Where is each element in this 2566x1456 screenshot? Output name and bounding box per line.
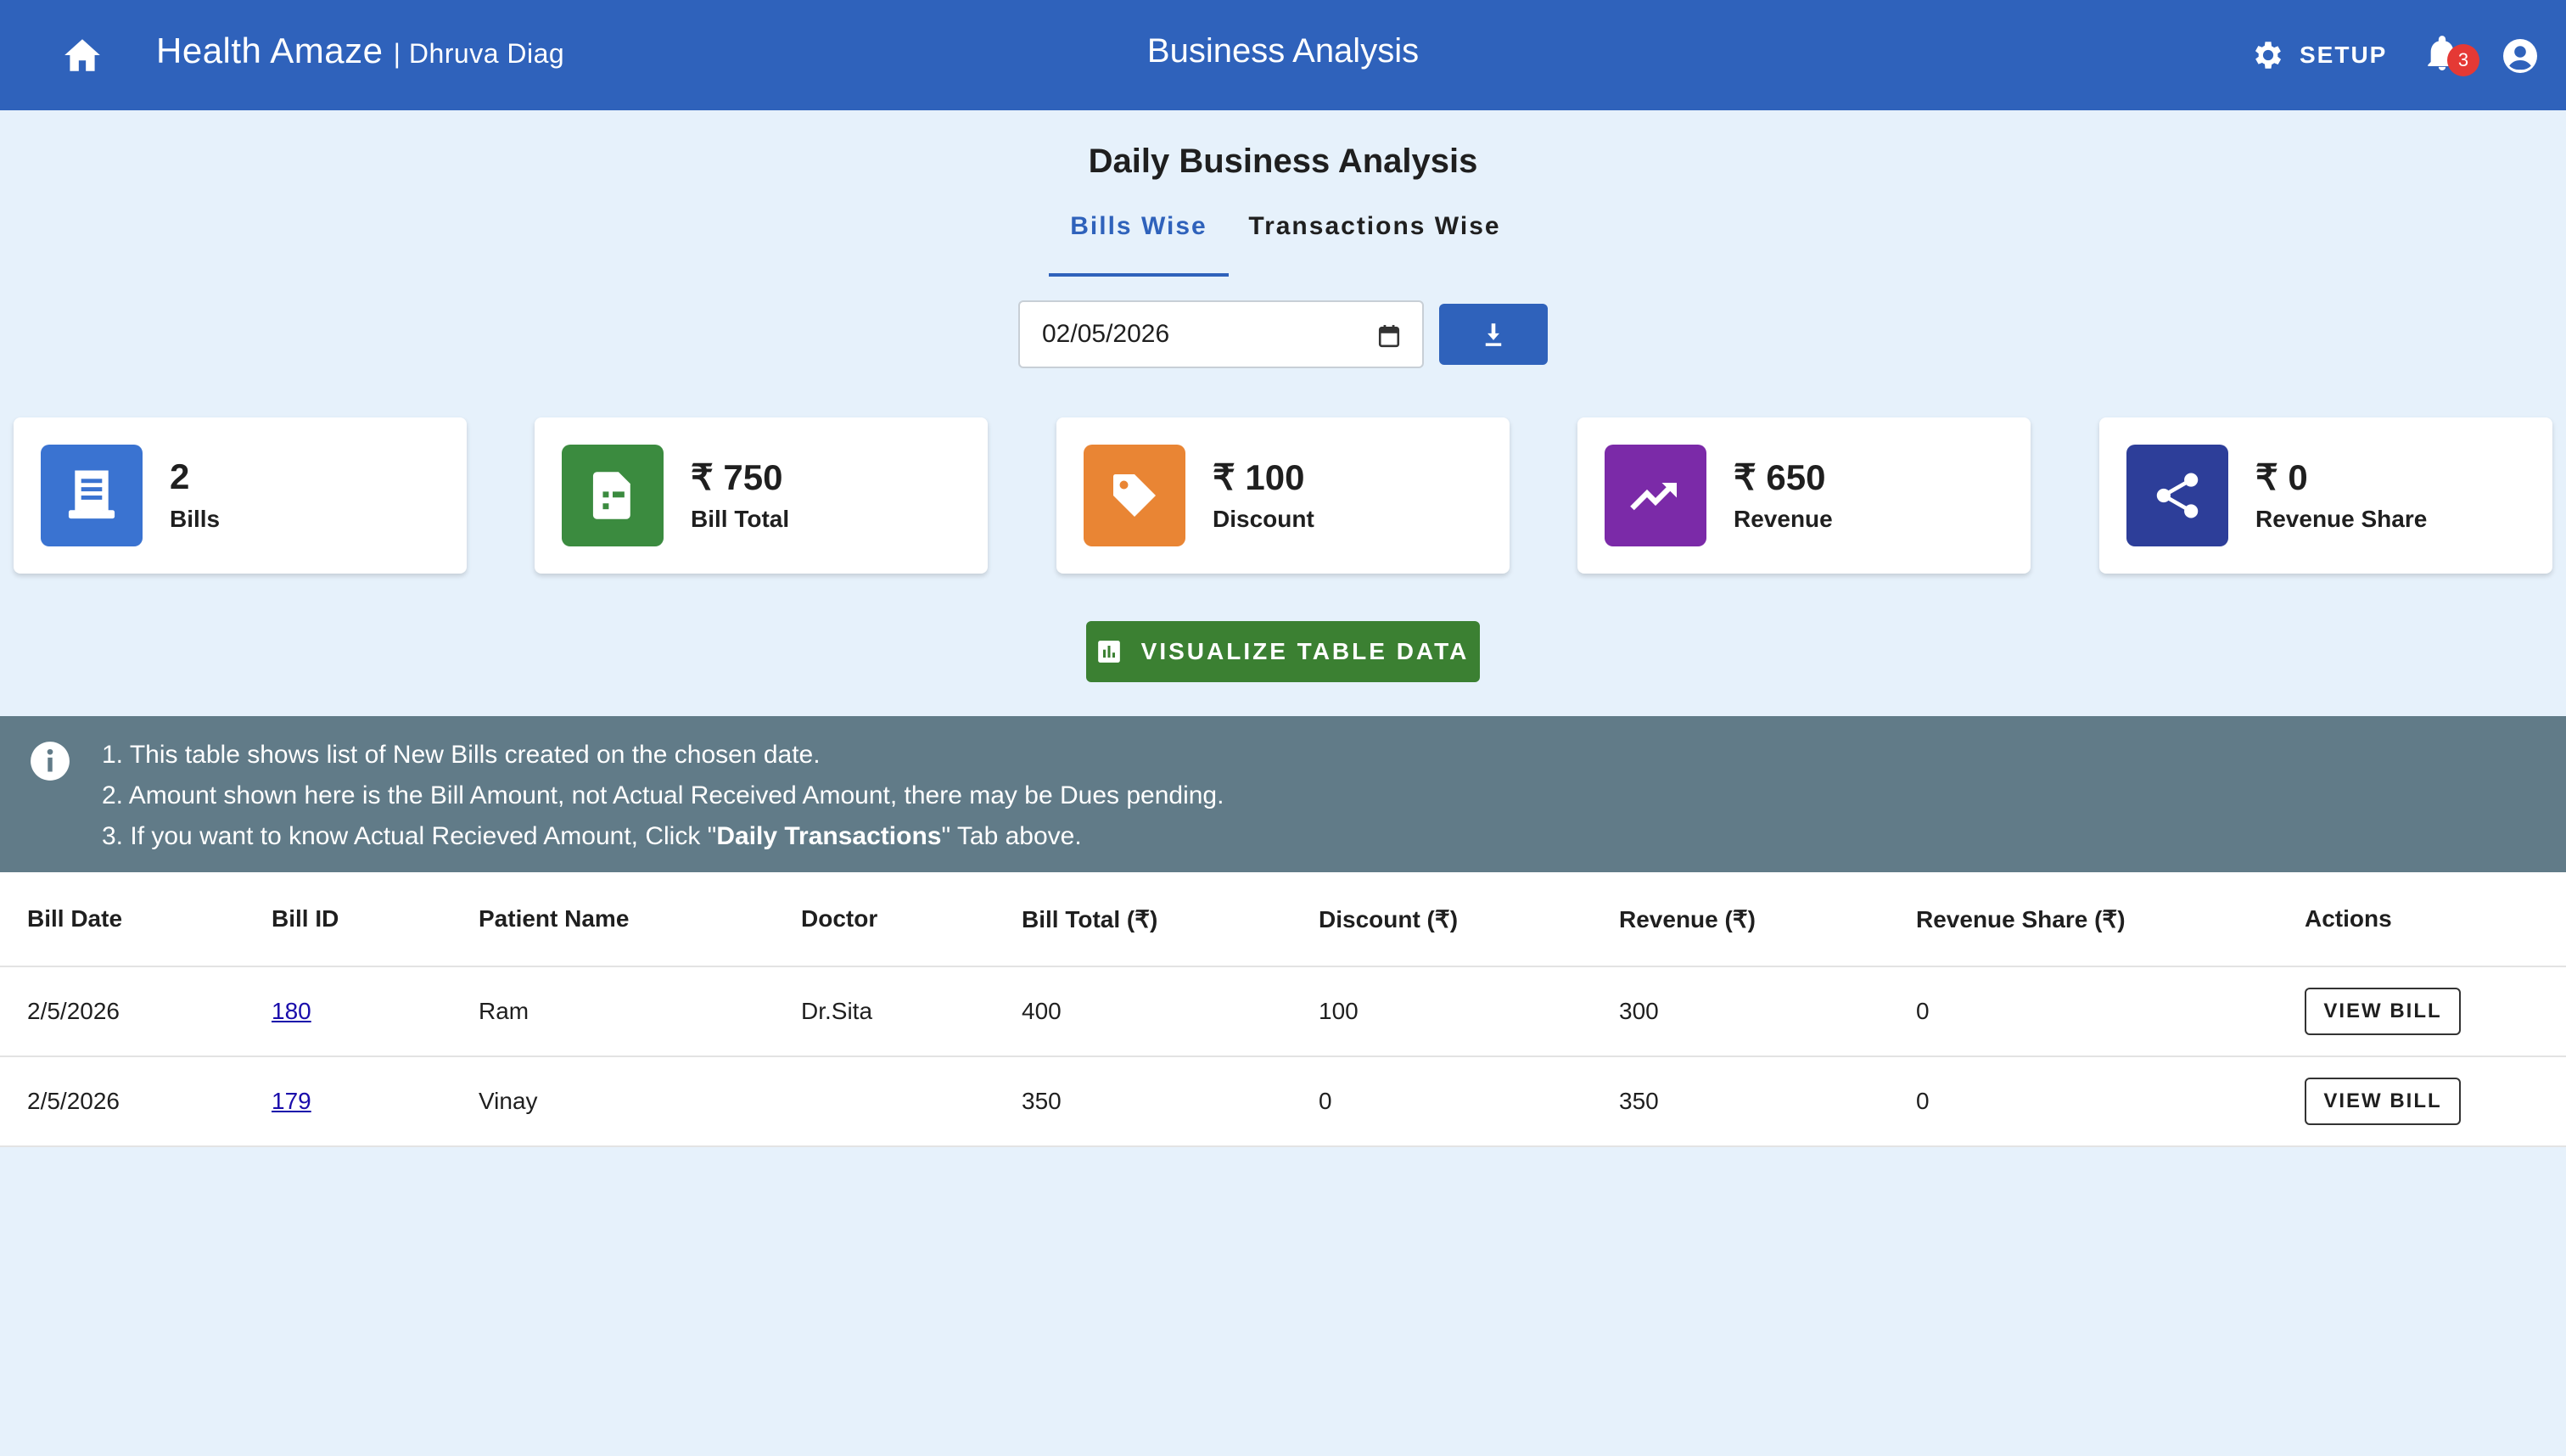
table-header-row: Bill Date Bill ID Patient Name Doctor Bi… [0,872,2566,967]
revenue-label: Revenue [1734,506,1833,532]
cell-bill-total: 400 [1022,998,1062,1024]
bills-table: Bill Date Bill ID Patient Name Doctor Bi… [0,872,2566,1147]
tab-bills-wise[interactable]: Bills Wise [1049,212,1229,277]
column-header-bill-id[interactable]: Bill ID [272,872,339,966]
calendar-icon[interactable] [1378,324,1400,348]
column-header-actions: Actions [2305,905,2392,932]
tag-icon [1084,445,1185,546]
info-icon [31,742,70,781]
brand-name: Health Amaze [156,31,384,70]
app-brand: Health Amaze | Dhruva Diag [156,31,564,71]
page-title: Daily Business Analysis [1088,143,1478,180]
download-icon [1485,323,1502,346]
top-app-bar: Health Amaze | Dhruva Diag Business Anal… [0,0,2566,110]
account-icon[interactable] [2500,36,2541,76]
info-line-2: 2. Amount shown here is the Bill Amount,… [102,781,1224,809]
column-header-patient-name[interactable]: Patient Name [479,872,629,966]
discount-value: ₹ 100 [1213,457,1305,497]
brand-org: | Dhruva Diag [393,38,565,69]
table-row: 2/5/2026 180 Ram Dr.Sita 400 100 300 0 V… [0,967,2566,1057]
share-icon [2126,445,2228,546]
bills-label: Bills [170,506,221,532]
info-line-3-post: " Tab above. [941,822,1082,850]
summary-card-revenue-share: ₹ 0 Revenue Share [2099,417,2552,574]
view-bill-button[interactable]: VIEW BILL [2305,988,2461,1035]
column-header-doctor[interactable]: Doctor [801,872,877,966]
cell-patient-name: Ram [479,998,529,1024]
cell-doctor: Dr.Sita [801,998,873,1024]
info-banner: 1. This table shows list of New Bills cr… [0,716,2566,872]
trending-up-icon [1605,445,1706,546]
bill-id-link[interactable]: 179 [272,1088,311,1115]
cell-discount: 100 [1319,998,1359,1024]
cell-bill-date: 2/5/2026 [27,1088,120,1114]
table-row: 2/5/2026 179 Vinay 350 0 350 0 VIEW BILL [0,1057,2566,1147]
cell-revenue: 350 [1619,1088,1659,1114]
date-input[interactable]: 02/05/2026 [1018,300,1424,368]
revenue-share-label: Revenue Share [2255,506,2428,532]
bill-id-link[interactable]: 180 [272,998,311,1025]
column-header-bill-total[interactable]: Bill Total (₹) [1022,872,1157,966]
notifications-button[interactable]: 3 [2425,34,2479,78]
setup-button[interactable]: SETUP [2250,37,2387,73]
column-header-bill-date[interactable]: Bill Date [27,872,122,966]
setup-label: SETUP [2300,42,2388,68]
summary-card-revenue: ₹ 650 Revenue [1577,417,2031,574]
receipt-icon [41,445,143,546]
column-header-revenue[interactable]: Revenue (₹) [1619,872,1756,966]
cell-revenue: 300 [1619,998,1659,1024]
column-header-discount[interactable]: Discount (₹) [1319,872,1458,966]
summary-card-discount: ₹ 100 Discount [1056,417,1510,574]
revenue-value: ₹ 650 [1734,457,1826,497]
visualize-table-data-button[interactable]: VISUALIZE TABLE DATA [1086,621,1480,682]
bill-total-label: Bill Total [691,506,790,532]
date-value: 02/05/2026 [1042,320,1170,348]
cell-revenue-share: 0 [1916,1088,1930,1114]
info-line-3-bold: Daily Transactions [716,822,942,850]
bills-count: 2 [170,456,190,496]
visualize-label: VISUALIZE TABLE DATA [1140,638,1470,664]
discount-label: Discount [1213,506,1314,532]
gear-icon [2255,42,2282,69]
notification-badge: 3 [2447,44,2479,76]
document-icon [562,445,664,546]
info-line-3: 3. If you want to know Actual Recieved A… [102,816,1224,857]
view-bill-button[interactable]: VIEW BILL [2305,1078,2461,1125]
download-button[interactable] [1439,304,1548,365]
cell-patient-name: Vinay [479,1088,538,1114]
cell-bill-date: 2/5/2026 [27,998,120,1024]
home-icon[interactable] [61,36,104,75]
bill-total-value: ₹ 750 [691,457,783,497]
revenue-share-value: ₹ 0 [2255,457,2308,497]
info-line-3-pre: 3. If you want to know Actual Recieved A… [102,822,717,850]
bar-chart-icon [1097,641,1120,663]
info-line-1: 1. This table shows list of New Bills cr… [102,741,821,769]
cell-revenue-share: 0 [1916,998,1930,1024]
summary-card-bill-total: ₹ 750 Bill Total [535,417,988,574]
column-header-revenue-share[interactable]: Revenue Share (₹) [1916,872,2126,966]
cell-bill-total: 350 [1022,1088,1062,1114]
cell-discount: 0 [1319,1088,1332,1114]
tab-transactions-wise[interactable]: Transactions Wise [1247,212,1502,273]
summary-card-bills: 2 Bills [14,417,467,574]
